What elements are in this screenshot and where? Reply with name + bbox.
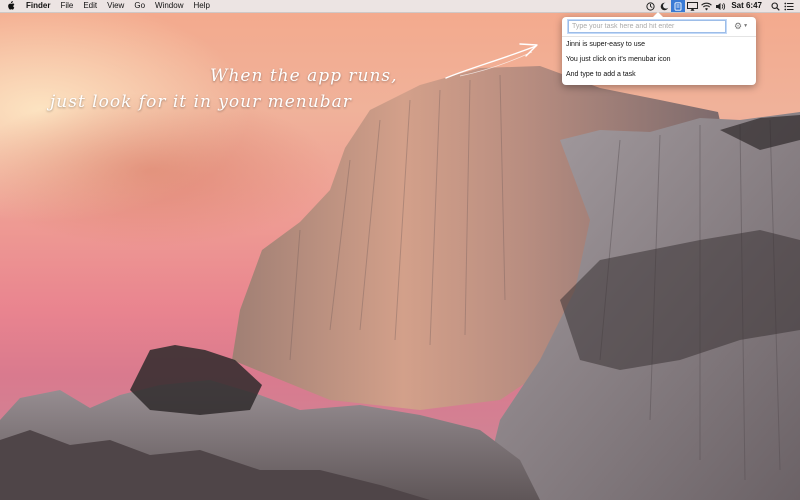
moon-icon[interactable]: [657, 0, 671, 12]
task-item[interactable]: And type to add a task: [566, 70, 636, 79]
menu-view[interactable]: View: [102, 0, 129, 12]
popover-divider: [562, 36, 756, 37]
volume-icon[interactable]: [713, 0, 727, 12]
caption-line-2: just look for it in your menubar: [50, 92, 352, 112]
task-item[interactable]: You just click on it's menubar icon: [566, 55, 671, 64]
jinni-task-popover: ⚙▼ Jinni is super-easy to use You just c…: [562, 12, 756, 85]
hand-drawn-arrow-icon: [445, 43, 538, 79]
spotlight-search-icon[interactable]: [768, 0, 782, 12]
popover-arrow: [653, 12, 663, 17]
apple-icon[interactable]: [0, 0, 22, 12]
airplay-icon[interactable]: [685, 0, 699, 12]
task-item[interactable]: Jinni is super-easy to use: [566, 40, 645, 49]
menu-help[interactable]: Help: [188, 0, 214, 12]
menu-app-name[interactable]: Finder: [22, 0, 55, 12]
menubar-clock[interactable]: Sat 6:47: [727, 0, 768, 12]
caption-line-1: When the app runs,: [210, 66, 398, 86]
menu-edit[interactable]: Edit: [78, 0, 102, 12]
gear-icon[interactable]: ⚙▼: [734, 21, 748, 32]
menu-go[interactable]: Go: [129, 0, 150, 12]
task-input[interactable]: [568, 20, 726, 33]
wifi-icon[interactable]: [699, 0, 713, 12]
timer-icon[interactable]: [643, 0, 657, 12]
chevron-down-icon: ▼: [743, 23, 749, 30]
menubar-status-area: Sat 6:47: [643, 0, 800, 12]
menu-file[interactable]: File: [55, 0, 78, 12]
menu-window[interactable]: Window: [150, 0, 188, 12]
notification-center-icon[interactable]: [782, 0, 796, 12]
macos-menubar: Finder File Edit View Go Window Help Sat…: [0, 0, 800, 13]
jinni-app-icon[interactable]: [671, 0, 686, 12]
